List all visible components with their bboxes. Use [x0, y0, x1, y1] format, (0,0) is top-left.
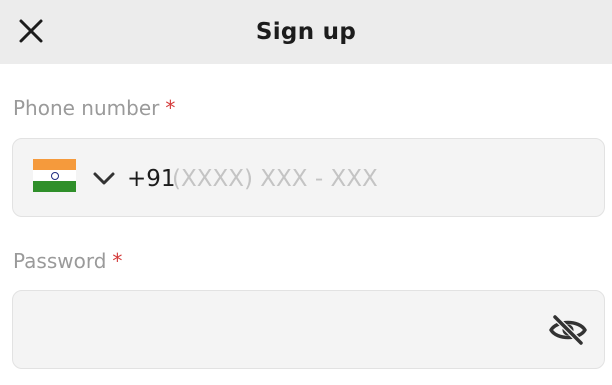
phone-number-label: Phone number * — [13, 96, 175, 120]
country-dropdown-button[interactable] — [92, 167, 116, 191]
ashoka-chakra-icon — [50, 171, 59, 180]
password-label: Password * — [13, 249, 122, 273]
password-field — [12, 290, 605, 370]
toggle-password-visibility-button[interactable] — [548, 310, 588, 350]
app-header: Sign up — [0, 0, 612, 64]
eye-off-icon — [549, 314, 587, 346]
required-marker: * — [112, 249, 123, 273]
flag-green-band — [33, 181, 76, 192]
password-label-text: Password — [13, 249, 107, 273]
flag-saffron-band — [33, 159, 76, 170]
flag-white-band — [33, 170, 76, 181]
chevron-down-icon — [93, 172, 115, 185]
phone-number-field: +91 — [12, 138, 605, 218]
required-marker: * — [165, 96, 176, 120]
country-code: +91 — [127, 165, 176, 192]
india-flag-icon[interactable] — [33, 159, 76, 192]
password-input[interactable] — [31, 291, 531, 370]
phone-number-label-text: Phone number — [13, 96, 160, 120]
phone-number-input[interactable] — [172, 139, 572, 218]
page-title: Sign up — [255, 19, 357, 45]
